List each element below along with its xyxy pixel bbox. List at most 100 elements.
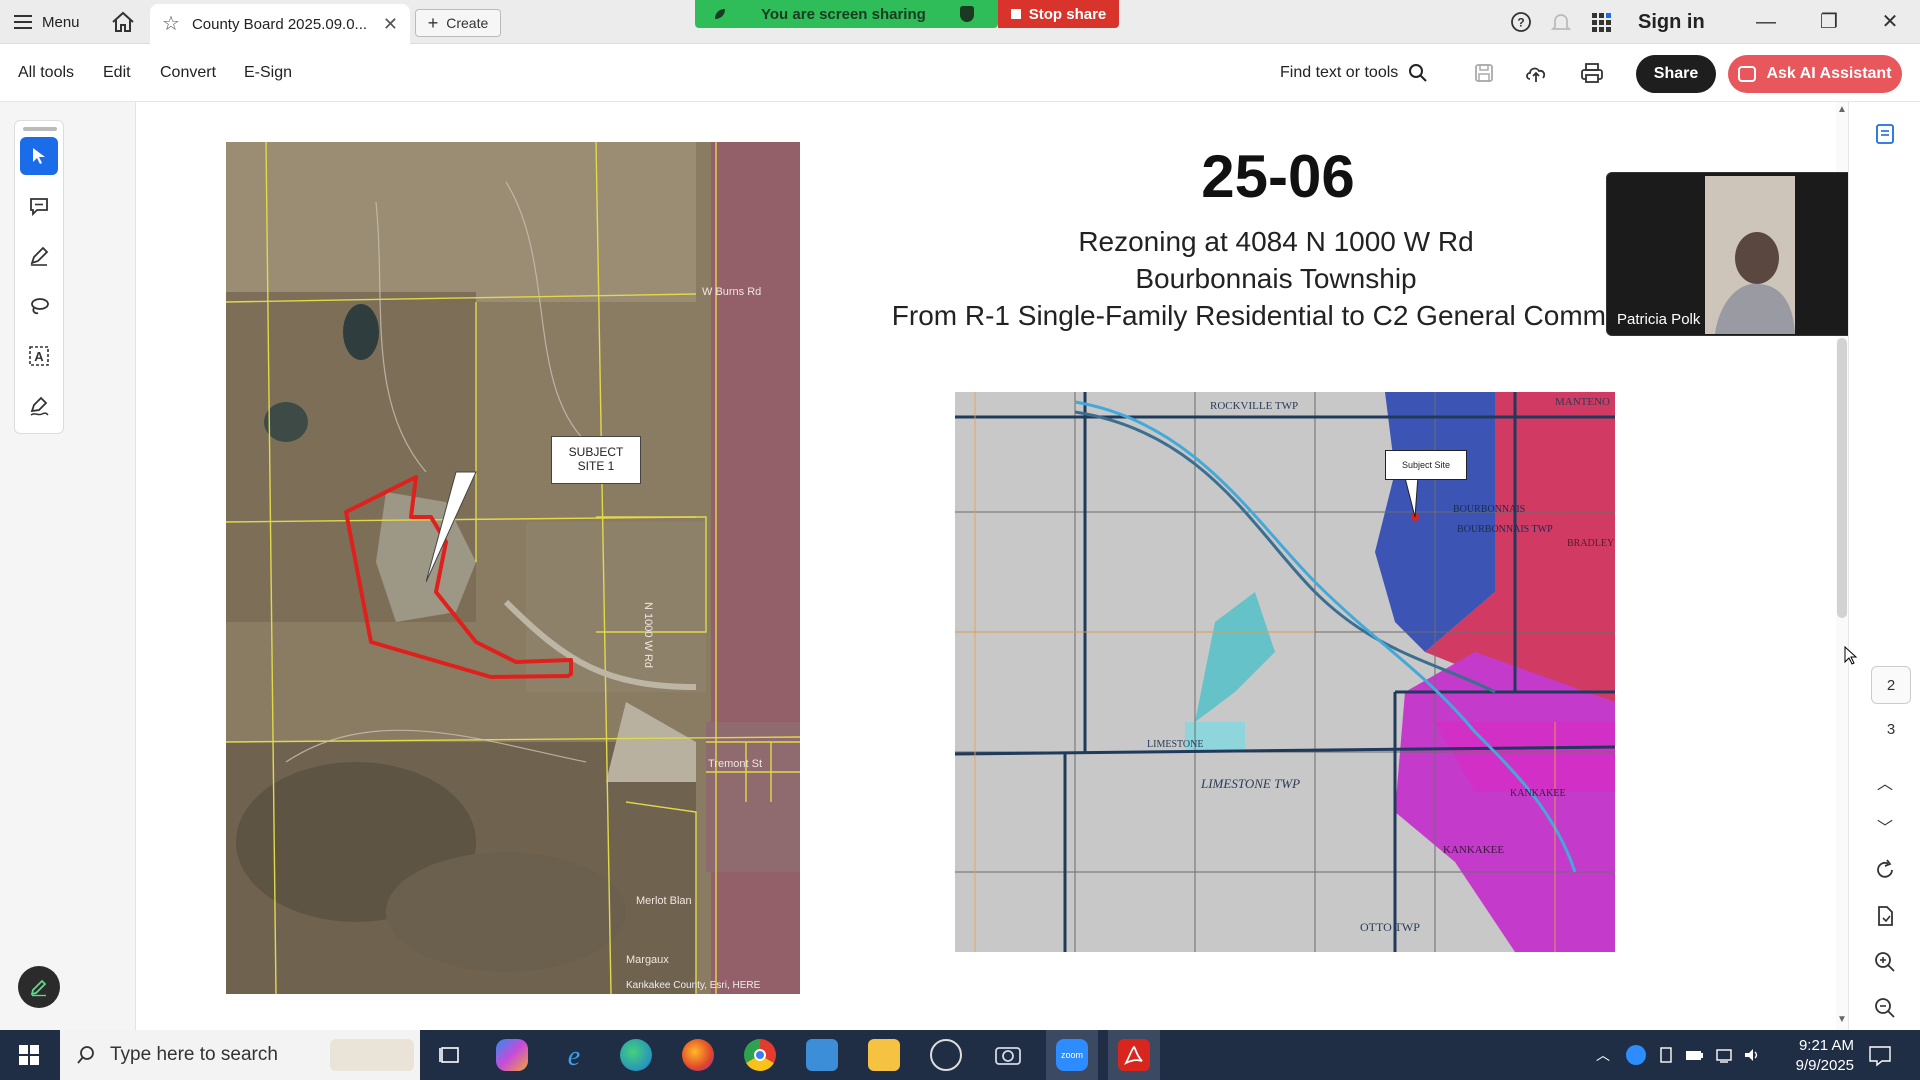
camera-icon[interactable] (992, 1039, 1024, 1071)
menu-all-tools[interactable]: All tools (18, 64, 74, 82)
zoning-map: Subject Site ROCKVILLE TWP MANTENO BOURB… (955, 392, 1615, 952)
home-icon[interactable] (110, 10, 136, 34)
create-button[interactable]: + Create (415, 9, 501, 37)
system-clock[interactable]: 9:21 AM 9/9/2025 (1770, 1036, 1854, 1076)
search-icon (1409, 64, 1427, 82)
acrobat-icon (1118, 1039, 1150, 1071)
text-tool[interactable]: A (20, 337, 58, 375)
file-explorer-icon[interactable] (868, 1039, 900, 1071)
apps-grid-icon[interactable] (1590, 11, 1612, 33)
scroll-up-icon[interactable]: ▲ (1837, 104, 1847, 115)
rotate-icon[interactable] (1873, 858, 1897, 882)
previous-page-icon[interactable]: ︿ (1877, 770, 1893, 794)
sign-tool[interactable] (20, 387, 58, 425)
callout-line-1: SUBJECT (568, 445, 624, 459)
select-tool[interactable] (20, 137, 58, 175)
subtitle-rezoning: From R-1 Single-Family Residential to C2… (891, 300, 1606, 331)
map-label-limestone-twp: LIMESTONE TWP (1201, 776, 1301, 791)
road-label-vertical: N 1000 W Rd (642, 602, 654, 669)
stop-share-button[interactable]: Stop share (998, 0, 1119, 28)
lasso-icon (31, 298, 49, 315)
save-icon[interactable] (1473, 62, 1495, 84)
hamburger-icon (14, 15, 32, 29)
zoom-in-icon[interactable] (1873, 950, 1897, 974)
search-icon (77, 1046, 94, 1064)
cloud-upload-icon[interactable] (1524, 62, 1548, 84)
participant-camera-feed (1705, 176, 1795, 334)
network-icon[interactable] (1714, 1045, 1734, 1065)
callout-line-2: SITE 1 (577, 459, 615, 473)
share-button[interactable]: Share (1636, 55, 1716, 93)
sign-in-link[interactable]: Sign in (1638, 11, 1705, 34)
participant-silhouette (1705, 176, 1795, 334)
close-tab-icon[interactable]: ✕ (383, 14, 398, 35)
mouse-cursor-icon (1844, 646, 1858, 665)
menu-button[interactable]: Menu (14, 8, 80, 36)
notifications-icon[interactable] (1868, 1045, 1892, 1067)
page-thumbnails-icon[interactable] (1873, 122, 1897, 146)
pdf-page: SUBJECT SITE 1 W Burns Rd N 1000 W Rd Tr… (136, 102, 1848, 1030)
find-text-or-tools[interactable]: Find text or tools (1280, 63, 1428, 83)
outlook-icon[interactable] (806, 1039, 838, 1071)
svg-text:A: A (34, 349, 44, 364)
clock-date: 9/9/2025 (1795, 1057, 1854, 1074)
task-view-icon[interactable] (434, 1039, 466, 1071)
clock-time: 9:21 AM (1798, 1037, 1854, 1054)
menu-e-sign[interactable]: E-Sign (244, 64, 292, 82)
chrome-icon[interactable] (744, 1039, 776, 1071)
sharing-text: You are screen sharing (761, 5, 926, 23)
search-highlight-image[interactable] (330, 1039, 414, 1071)
map-label-rockville: ROCKVILLE TWP (1210, 400, 1299, 412)
obs-icon[interactable] (930, 1039, 962, 1071)
scrollbar-thumb[interactable] (1837, 338, 1847, 618)
internet-explorer-icon[interactable]: e (558, 1039, 590, 1072)
tray-device-icon[interactable] (1656, 1045, 1676, 1065)
tray-zoom-icon[interactable] (1626, 1045, 1646, 1065)
battery-icon[interactable] (1684, 1045, 1704, 1065)
edge-icon[interactable] (620, 1039, 652, 1071)
document-tab-title: County Board 2025.09.0... (191, 15, 368, 33)
next-page-icon[interactable]: ﹀ (1877, 814, 1893, 838)
map-label-otto-twp: OTTO TWP (1360, 920, 1420, 934)
page-3-thumbnail[interactable]: 3 (1871, 710, 1911, 748)
document-tab[interactable]: ☆ County Board 2025.09.0... ✕ (150, 4, 410, 44)
zoom-icon: zoom (1056, 1039, 1088, 1071)
document-viewport[interactable]: SUBJECT SITE 1 W Burns Rd N 1000 W Rd Tr… (136, 102, 1848, 1030)
document-export-icon[interactable] (1873, 904, 1897, 928)
participant-name: Patricia Polk (1617, 311, 1701, 328)
help-icon[interactable]: ? (1510, 11, 1532, 33)
firefox-icon[interactable] (682, 1039, 714, 1071)
zoom-out-icon[interactable] (1873, 996, 1897, 1020)
tray-overflow-icon[interactable]: ︿ (1596, 1045, 1616, 1065)
left-tool-rail: A (0, 102, 136, 1030)
stop-share-label: Stop share (1028, 5, 1107, 23)
windows-start-icon[interactable] (18, 1044, 40, 1066)
menu-convert[interactable]: Convert (160, 64, 216, 82)
windows-taskbar: Type here to search e zoom ︿ 9:21 AM 9/9… (0, 1030, 1920, 1080)
subject-site-callout: SUBJECT SITE 1 (551, 436, 641, 484)
volume-icon[interactable] (1742, 1045, 1762, 1065)
minimize-icon[interactable]: — (1752, 8, 1780, 36)
menu-edit[interactable]: Edit (103, 64, 131, 82)
restore-icon[interactable]: ❐ (1815, 8, 1843, 36)
scroll-down-icon[interactable]: ▼ (1837, 1014, 1847, 1025)
page-2-thumbnail[interactable]: 2 (1871, 666, 1911, 704)
star-icon[interactable]: ☆ (162, 14, 180, 34)
map-label-kankakee: KANKAKEE (1510, 788, 1566, 799)
highlighter-icon (30, 246, 49, 266)
highlight-tool[interactable] (20, 237, 58, 275)
edit-pen-button[interactable] (18, 966, 60, 1008)
comment-tool[interactable] (20, 187, 58, 225)
main-toolbar: All tools Edit Convert E-Sign Find text … (0, 44, 1920, 102)
print-icon[interactable] (1580, 62, 1604, 84)
ask-ai-assistant-button[interactable]: Ask AI Assistant (1728, 55, 1902, 93)
zoning-map-graphic (955, 392, 1615, 952)
draw-tool[interactable] (20, 287, 58, 325)
acrobat-taskbar-active[interactable] (1108, 1030, 1160, 1080)
ai-assistant-label: Ask AI Assistant (1766, 65, 1892, 82)
zoom-taskbar-active[interactable]: zoom (1046, 1030, 1098, 1080)
panel-grip[interactable] (23, 127, 57, 131)
bell-icon[interactable] (1550, 11, 1572, 33)
close-window-icon[interactable]: ✕ (1876, 8, 1904, 36)
copilot-icon[interactable] (496, 1039, 528, 1071)
